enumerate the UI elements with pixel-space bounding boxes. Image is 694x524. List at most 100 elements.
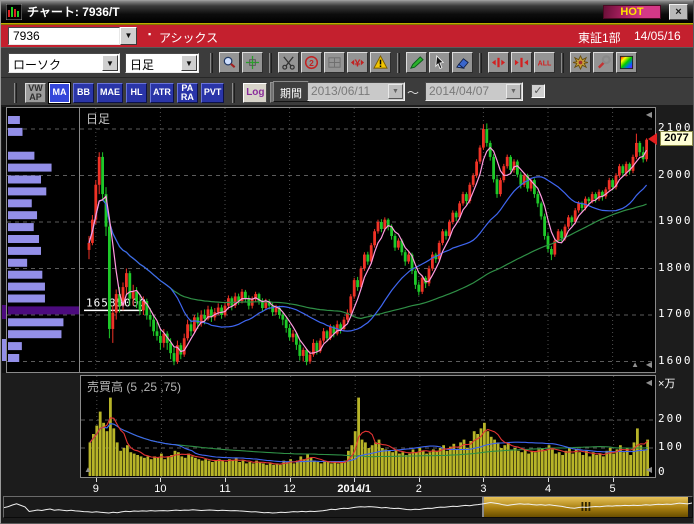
price-chart-panel[interactable]: 16585000 日足 ◀ ◀ ▲: [80, 107, 656, 373]
wrench-icon: [596, 55, 611, 70]
price-axis[interactable]: 210020001900180017001600: [658, 107, 694, 373]
time-tick-label: 10: [154, 483, 166, 495]
toolbar-grip: [397, 53, 400, 73]
candlestick-chart: 16585000: [80, 108, 655, 372]
volume-title: 売買高 (5 ,25 ,75): [87, 378, 181, 395]
chart-type-select[interactable]: ローソク ▼: [8, 53, 120, 73]
stock-code-input[interactable]: 7936: [8, 27, 120, 45]
time-tick-label: 5: [610, 483, 616, 495]
volume-unit-label: ×万: [658, 375, 675, 391]
time-tick-label: 12: [283, 483, 295, 495]
zoom-icon: [222, 55, 237, 70]
widen-candles-icon: [514, 55, 529, 70]
volume-chart-panel[interactable]: 売買高 (5 ,25 ,75) ◀ ◀ ▲: [80, 375, 656, 478]
chart-window: チャート: 7936/T HOT × 7936 ▼ ▪ アシックス 東証1部 1…: [0, 0, 694, 524]
period-checkbox[interactable]: ✓: [531, 84, 545, 98]
price-tick-label: 1900: [658, 214, 693, 227]
indicator-toolbar: VW APMABBMAEHLATRPA RAPVT Log 期間 2013/06/…: [1, 77, 693, 105]
chevron-down-icon[interactable]: ▼: [102, 55, 118, 71]
volume-profile-panel[interactable]: [6, 107, 80, 373]
wrench-button[interactable]: [593, 52, 614, 73]
date-from-value: 2013/06/11: [311, 84, 370, 98]
show-all-icon: ALL: [537, 55, 552, 70]
price-tick-label: 1800: [658, 261, 693, 274]
scroll-left-icon[interactable]: ◀: [646, 111, 652, 119]
toolbar-grip: [14, 83, 17, 103]
close-button[interactable]: ×: [669, 4, 688, 20]
scroll-up-icon[interactable]: ▲: [84, 466, 92, 474]
volume-tick-label: 200: [658, 412, 684, 425]
bullet-icon: ▪: [148, 29, 151, 39]
narrow-candles-button[interactable]: [488, 52, 509, 73]
panel-title: 日足: [86, 110, 110, 127]
warning-button[interactable]: [370, 52, 391, 73]
chevron-down-icon[interactable]: ▼: [388, 84, 403, 99]
range-scrollbar[interactable]: [3, 496, 693, 518]
indicator-para-button[interactable]: PA RA: [177, 83, 198, 103]
zoom-button[interactable]: [219, 52, 240, 73]
price-tick-label: 1600: [658, 354, 693, 367]
log-scale-button[interactable]: Log: [243, 83, 267, 103]
indicator-atr-button[interactable]: ATR: [150, 83, 174, 103]
toolbar-grip: [210, 53, 213, 73]
time-tick: [548, 478, 549, 482]
show-all-button[interactable]: ALL: [534, 52, 555, 73]
eraser-icon: [455, 55, 470, 70]
toolbar-icon-row: 2 ¥ ALL: [205, 52, 638, 73]
settings-burst-button[interactable]: [570, 52, 591, 73]
hot-badge[interactable]: HOT: [603, 5, 661, 19]
grid-button[interactable]: [324, 52, 345, 73]
warning-icon: [373, 55, 388, 70]
scroll-left-icon[interactable]: ◀: [646, 466, 652, 474]
volume-profile-chart: [7, 108, 79, 372]
indicator-ma-button[interactable]: MA: [49, 83, 70, 103]
overview-sparkline: [4, 497, 692, 517]
svg-text:¥: ¥: [355, 58, 361, 69]
volume-tick-label: 100: [658, 440, 684, 453]
pencil-button[interactable]: [406, 52, 427, 73]
eraser-button[interactable]: [452, 52, 473, 73]
scroll-up-icon[interactable]: ▲: [631, 361, 639, 369]
price-tick-label: 2000: [658, 168, 693, 181]
cursor-button[interactable]: [429, 52, 450, 73]
time-tick: [96, 478, 97, 482]
crosshair-button[interactable]: [242, 52, 263, 73]
stock-code-dropdown-button[interactable]: ▼: [120, 27, 137, 45]
time-tick: [354, 478, 355, 482]
svg-text:2: 2: [309, 58, 314, 68]
grid-icon: [327, 55, 342, 70]
revert-2-button[interactable]: 2: [301, 52, 322, 73]
indicator-mae-button[interactable]: MAE: [97, 83, 123, 103]
widen-candles-button[interactable]: [511, 52, 532, 73]
chevron-down-icon[interactable]: ▼: [181, 55, 197, 71]
toolbar-grip: [479, 53, 482, 73]
app-chart-icon: [6, 4, 22, 20]
price-marker-arrow-icon: [648, 133, 657, 145]
scroll-left-icon[interactable]: ◀: [646, 361, 652, 369]
period-button[interactable]: 期間: [273, 81, 309, 102]
chevron-down-icon[interactable]: ▼: [506, 84, 521, 99]
pencil-icon: [409, 55, 424, 70]
indicator-pvt-button[interactable]: PVT: [201, 83, 225, 103]
color-palette-button[interactable]: [616, 52, 637, 73]
title-bar[interactable]: チャート: 7936/T HOT ×: [1, 1, 693, 23]
indicator-bb-button[interactable]: BB: [73, 83, 94, 103]
yen-scale-button[interactable]: ¥: [347, 52, 368, 73]
date-to-value: 2014/04/07: [429, 84, 489, 98]
time-tick-label: 4: [545, 483, 551, 495]
cut-icon: [281, 55, 296, 70]
scroll-left-icon[interactable]: ◀: [646, 379, 652, 387]
chart-type-value: ローソク: [13, 56, 61, 73]
indicator-vwap-button[interactable]: VW AP: [25, 83, 46, 103]
chart-region: 16585000 日足 ◀ ◀ ▲ 2100200019001800170016…: [1, 105, 693, 524]
indicator-hl-button[interactable]: HL: [126, 83, 147, 103]
narrow-candles-icon: [491, 55, 506, 70]
cut-button[interactable]: [278, 52, 299, 73]
timeframe-select[interactable]: 日足 ▼: [125, 53, 199, 73]
toolbar-grip: [232, 83, 235, 103]
time-tick-label: 3: [480, 483, 486, 495]
date-from-field[interactable]: 2013/06/11 ▼: [307, 82, 405, 101]
date-to-field[interactable]: 2014/04/07 ▼: [425, 82, 523, 101]
time-tick: [419, 478, 420, 482]
volume-axis[interactable]: ×万2001000: [658, 375, 694, 478]
